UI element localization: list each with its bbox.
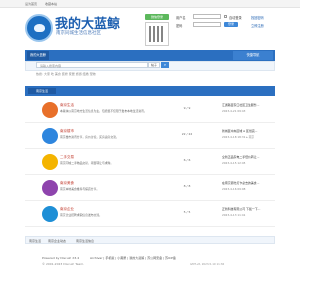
forum-title[interactable]: 南京美食	[60, 181, 74, 186]
search-button[interactable]: ⌕	[161, 62, 169, 68]
search-type-select[interactable]: 帖子	[148, 62, 160, 68]
forum-desc: 南京本地美食推荐与探店分享。	[60, 187, 100, 191]
wechat-qr-icon	[145, 22, 169, 46]
search-input[interactable]: 请输入搜索内容	[36, 62, 148, 68]
forum-icon-company[interactable]	[42, 206, 58, 222]
forum-icon-secondhand[interactable]	[42, 154, 58, 170]
forum-desc: 本版块以南京地方生活信息为主，包括但不仅限于发布本地生活资讯。	[60, 109, 147, 113]
auto-login-checkbox[interactable]	[224, 15, 227, 18]
login-button[interactable]: 登录	[224, 22, 238, 27]
forum-title[interactable]: 二手交易	[60, 155, 74, 160]
forgot-password-link[interactable]: 找回密码	[251, 15, 264, 20]
forum-desc: 南京楼市资讯分享，房价讨论，买房卖房交流。	[60, 135, 119, 139]
forum-last-time: 2023-4-21 09:43	[222, 109, 246, 113]
section-title[interactable]: 南京生活	[28, 88, 56, 94]
forum-last-time: 2023-4-16 09:08	[222, 187, 246, 191]
footer-time: GMT+8, 2023-5-19 11:36	[190, 262, 225, 266]
forum-bottom-links: 南京生活 南京企业动态 南京生活信息	[25, 236, 275, 244]
forum-last-time: 2023-4-15 12:45	[222, 161, 246, 165]
forum-desc: 南京企业招聘求职信息发布交流。	[60, 213, 102, 217]
forum-last-time: 2023-4-13 11:41	[222, 213, 246, 217]
forum-desc: 南京同城二手物品交易，闲置转让与求购。	[60, 161, 114, 165]
forum-last-post[interactable]: 新城区中央区域 A 区划完...	[222, 129, 257, 133]
nav-item-home[interactable]: 我的大蓝鲸	[27, 51, 49, 60]
forum-section-header	[25, 86, 275, 96]
bottom-link[interactable]: 南京生活信息	[76, 239, 94, 243]
set-homepage-link[interactable]: 设为首页	[25, 2, 37, 6]
password-label: 密码	[176, 24, 183, 28]
powered-by[interactable]: Powered by Discuz! X3.4	[42, 256, 79, 260]
copyright: © 2001-2023 Discuz! Team.	[42, 262, 85, 266]
site-subtitle: 南京同城生活信息社区	[56, 31, 101, 36]
forum-title[interactable]: 南京楼市	[60, 129, 74, 134]
username-input[interactable]	[193, 14, 221, 19]
auto-login-label: 自动登录	[229, 16, 242, 20]
forum-last-post[interactable]: 正新科技有限公司 下载一下...	[222, 207, 260, 211]
bookmark-link[interactable]: 收藏本站	[45, 2, 57, 6]
forum-stats: 5 / 5	[183, 210, 191, 214]
forum-stats: 6 / 6	[183, 158, 191, 162]
forum-stats: 8 / 8	[183, 184, 191, 188]
forum-last-post[interactable]: 全新正品家电二手低价转让...	[222, 155, 259, 159]
forum-last-post[interactable]: 汇通路百家口社区卫生服务...	[222, 103, 259, 107]
register-link[interactable]: 立即注册	[251, 23, 264, 28]
wechat-login-button[interactable]: 微信登录	[145, 14, 169, 20]
bottom-link[interactable]: 南京企业动态	[48, 239, 66, 243]
forum-last-post[interactable]: 在南京逛吃打卡必去的美食...	[222, 181, 259, 185]
search-placeholder: 请输入搜索内容	[40, 64, 62, 68]
whale-logo-icon[interactable]	[25, 14, 53, 42]
quick-nav-button[interactable]: 快捷导航	[233, 51, 273, 60]
forum-title[interactable]: 南京生活	[60, 103, 74, 108]
bottom-link[interactable]: 南京生活	[29, 239, 41, 243]
top-bar: 设为首页 收藏本站	[0, 0, 300, 8]
forum-icon-property[interactable]	[42, 128, 58, 144]
hot-search-links[interactable]: 热搜: 大家 吃 美食 装修 家居 旅游 结婚 宠物	[36, 72, 96, 76]
username-label: 用户名	[176, 16, 186, 20]
password-input[interactable]	[193, 22, 221, 27]
footer-links[interactable]: Archiver | 手机版 | 小黑屋 | 我的大蓝鲸 | 苏公网安备 | 苏…	[90, 256, 176, 260]
forum-stats: 9 / 9	[183, 106, 191, 110]
breadcrumb: 🏠 › 蓝鲸论坛	[25, 79, 275, 95]
forum-icon-life[interactable]	[42, 102, 58, 118]
forum-stats: 22 / 22	[181, 132, 193, 136]
forum-title[interactable]: 南京企业	[60, 207, 74, 212]
forum-last-time: 2023-4-18 18:31 ▸ 南京	[222, 135, 255, 139]
forum-icon-food[interactable]	[42, 180, 58, 196]
